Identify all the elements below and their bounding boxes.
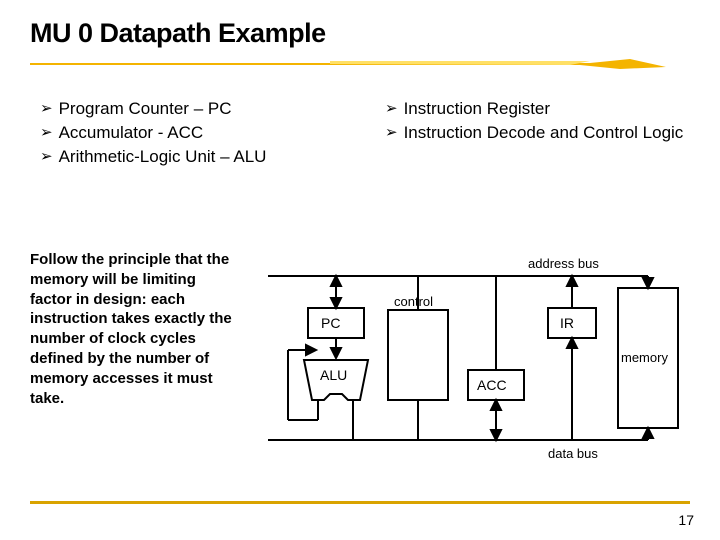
title-underline [30,59,670,69]
list-item: ➢ Instruction Register [385,98,690,121]
list-item: ➢ Instruction Decode and Control Logic [385,122,690,145]
data-bus-label: data bus [548,446,598,461]
control-label: control [394,294,433,309]
bullet-icon: ➢ [40,146,53,167]
list-item: ➢ Program Counter – PC [40,98,345,121]
list-item: ➢ Accumulator - ACC [40,122,345,145]
acc-label: ACC [477,377,507,393]
ir-label: IR [560,315,574,331]
slide-title: MU 0 Datapath Example [30,18,690,49]
bullet-icon: ➢ [40,98,53,119]
list-item: ➢ Arithmetic-Logic Unit – ALU [40,146,345,169]
bullet-text: Arithmetic-Logic Unit – ALU [59,146,267,169]
bullet-text: Accumulator - ACC [59,122,204,145]
address-bus-label: address bus [528,256,599,271]
alu-label: ALU [320,367,347,383]
datapath-diagram: address bus data bus PC ALU control [258,250,690,475]
memory-label: memory [621,350,668,365]
bullet-icon: ➢ [385,122,398,143]
bullet-icon: ➢ [40,122,53,143]
pc-label: PC [321,315,340,331]
bullet-text: Program Counter – PC [59,98,232,121]
left-bullet-list: ➢ Program Counter – PC ➢ Accumulator - A… [40,98,345,170]
footer-divider [30,501,690,504]
bullet-icon: ➢ [385,98,398,119]
principle-text: Follow the principle that the memory wil… [30,250,240,408]
page-number: 17 [678,512,694,528]
right-bullet-list: ➢ Instruction Register ➢ Instruction Dec… [385,98,690,170]
bullet-text: Instruction Decode and Control Logic [404,122,684,145]
bullet-text: Instruction Register [404,98,550,121]
